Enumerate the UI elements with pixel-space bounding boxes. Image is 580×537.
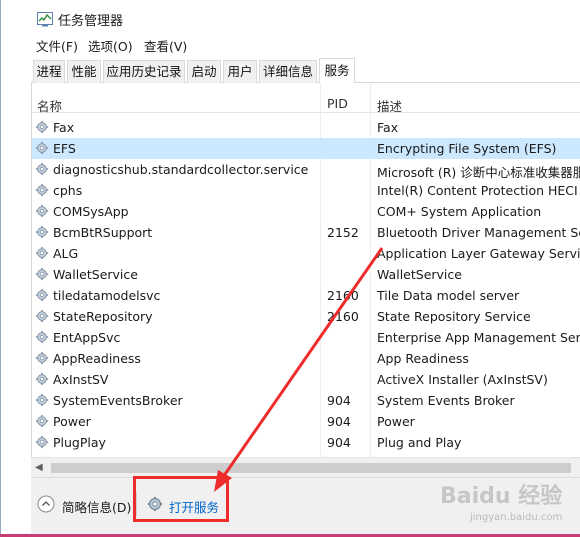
service-description: App Readiness bbox=[377, 351, 469, 366]
tab-bar: 进程 性能 应用历史记录 启动 用户 详细信息 服务 bbox=[31, 58, 580, 84]
service-pid: 2160 bbox=[327, 288, 359, 303]
table-row[interactable]: PlugPlay 904 Plug and Play bbox=[32, 432, 580, 453]
table-row[interactable]: tiledatamodelsvc 2160 Tile Data model serv… bbox=[32, 285, 580, 306]
menu-file[interactable]: 文件(F) bbox=[36, 36, 78, 55]
task-manager-window: 任务管理器 文件(F) 选项(O) 查看(V) 进程 性能 应用历史记录 启动 … bbox=[0, 0, 580, 534]
service-name: EntAppSvc bbox=[53, 330, 121, 345]
gear-icon bbox=[35, 246, 49, 260]
service-description: System Events Broker bbox=[377, 393, 515, 408]
service-pid: 904 bbox=[327, 435, 351, 450]
gear-icon bbox=[35, 225, 49, 239]
tab-app-history[interactable]: 应用历史记录 bbox=[103, 60, 185, 83]
table-header: 名称 PID 描述 bbox=[32, 83, 580, 115]
service-name: diagnosticshub.standardcollector.service bbox=[53, 162, 309, 177]
table-row[interactable]: EFS Encrypting File System (EFS) bbox=[32, 138, 580, 159]
service-description: Bluetooth Driver Management Service bbox=[377, 225, 580, 240]
service-name: AxInstSV bbox=[53, 372, 109, 387]
service-name: BcmBtRSupport bbox=[53, 225, 153, 240]
table-row[interactable]: EntAppSvc Enterprise App Management Servi… bbox=[32, 327, 580, 348]
gear-icon bbox=[35, 309, 49, 323]
gear-icon bbox=[35, 393, 49, 407]
menu-view[interactable]: 查看(V) bbox=[144, 36, 187, 55]
table-row[interactable]: COMSysApp COM+ System Application bbox=[32, 201, 580, 222]
gear-icon bbox=[35, 372, 49, 386]
gear-icon bbox=[35, 141, 49, 155]
title-bar[interactable]: 任务管理器 bbox=[1, 0, 580, 36]
table-row[interactable]: WalletService WalletService bbox=[32, 264, 580, 285]
service-pid: 2152 bbox=[327, 225, 359, 240]
table-row[interactable]: StateRepository 2160 State Repository Serv… bbox=[32, 306, 580, 327]
service-pid: 904 bbox=[327, 414, 351, 429]
chevron-up-icon[interactable] bbox=[37, 495, 55, 513]
service-description: State Repository Service bbox=[377, 309, 531, 324]
tab-services[interactable]: 服务 bbox=[319, 58, 355, 84]
menu-options[interactable]: 选项(O) bbox=[88, 36, 133, 55]
table-row[interactable]: AppReadiness App Readiness bbox=[32, 348, 580, 369]
service-description: COM+ System Application bbox=[377, 204, 542, 219]
service-name: tiledatamodelsvc bbox=[53, 288, 161, 303]
service-pid: 2160 bbox=[327, 309, 359, 324]
service-name: ALG bbox=[53, 246, 79, 261]
column-header-name[interactable]: 名称 bbox=[37, 96, 62, 115]
service-description: Tile Data model server bbox=[377, 288, 520, 303]
table-row[interactable]: Power 904 Power bbox=[32, 411, 580, 432]
table-row[interactable]: BcmBtRSupport 2152 Bluetooth Driver Manage… bbox=[32, 222, 580, 243]
service-name: StateRepository bbox=[53, 309, 153, 324]
service-description: Power bbox=[377, 414, 415, 429]
gear-icon bbox=[35, 162, 49, 176]
service-description: Fax bbox=[377, 120, 399, 135]
task-manager-icon bbox=[37, 12, 53, 27]
table-row[interactable]: cphs Intel(R) Content Protection HECI Ser… bbox=[32, 180, 580, 201]
annotation-highlight-box bbox=[133, 476, 229, 522]
service-name: cphs bbox=[53, 183, 83, 198]
gear-icon bbox=[35, 435, 49, 449]
table-row[interactable]: Fax Fax bbox=[32, 117, 580, 138]
fewer-details-link[interactable]: 简略信息(D) bbox=[62, 497, 131, 516]
tab-users[interactable]: 用户 bbox=[223, 60, 257, 83]
service-pid: 904 bbox=[327, 393, 351, 408]
table-row[interactable]: SystemEventsBroker 904 System Events Broke… bbox=[32, 390, 580, 411]
menu-bar: 文件(F) 选项(O) 查看(V) bbox=[1, 36, 580, 56]
window-title: 任务管理器 bbox=[58, 14, 124, 29]
gear-icon bbox=[35, 351, 49, 365]
tab-performance[interactable]: 性能 bbox=[67, 60, 101, 83]
gear-icon bbox=[35, 267, 49, 281]
gear-icon bbox=[35, 330, 49, 344]
table-row[interactable]: AxInstSV ActiveX Installer (AxInstSV) bbox=[32, 369, 580, 390]
service-description: Application Layer Gateway Service bbox=[377, 246, 580, 261]
gear-icon bbox=[35, 288, 49, 302]
service-description: WalletService bbox=[377, 267, 462, 282]
watermark-url: jingyan.baidu.com bbox=[470, 512, 563, 523]
service-name: SystemEventsBroker bbox=[53, 393, 183, 408]
tab-details[interactable]: 详细信息 bbox=[259, 60, 317, 83]
column-header-description[interactable]: 描述 bbox=[377, 96, 402, 115]
gear-icon bbox=[35, 120, 49, 134]
gear-icon bbox=[35, 414, 49, 428]
service-name: Power bbox=[53, 414, 91, 429]
gear-icon bbox=[35, 204, 49, 218]
service-name: PlugPlay bbox=[53, 435, 106, 450]
service-description: Encrypting File System (EFS) bbox=[377, 141, 557, 156]
horizontal-scrollbar[interactable]: ◀ bbox=[31, 457, 580, 477]
gear-icon bbox=[35, 183, 49, 197]
service-name: WalletService bbox=[53, 267, 138, 282]
service-description: ActiveX Installer (AxInstSV) bbox=[377, 372, 548, 387]
service-description: Plug and Play bbox=[377, 435, 462, 450]
watermark-logo: Baidu 经验 bbox=[440, 484, 563, 509]
scrollbar-thumb[interactable] bbox=[51, 463, 571, 473]
tab-startup[interactable]: 启动 bbox=[187, 60, 221, 83]
tab-processes[interactable]: 进程 bbox=[33, 60, 65, 83]
table-row[interactable]: diagnosticshub.standardcollector.service… bbox=[32, 159, 580, 180]
services-table: 名称 PID 描述 Fax Fax EFS Encrypting File Syste… bbox=[31, 83, 580, 477]
service-description: Intel(R) Content Protection HECI Service bbox=[377, 183, 580, 198]
scroll-left-icon[interactable]: ◀ bbox=[35, 462, 43, 473]
service-name: Fax bbox=[53, 120, 75, 135]
table-row[interactable]: ALG Application Layer Gateway Service bbox=[32, 243, 580, 264]
service-name: COMSysApp bbox=[53, 204, 129, 219]
service-description: Enterprise App Management Service bbox=[377, 330, 580, 345]
column-header-pid[interactable]: PID bbox=[327, 96, 348, 111]
service-name: AppReadiness bbox=[53, 351, 141, 366]
service-description: Microsoft (R) 诊断中心标准收集器服务 bbox=[377, 165, 580, 180]
service-name: EFS bbox=[53, 141, 76, 156]
